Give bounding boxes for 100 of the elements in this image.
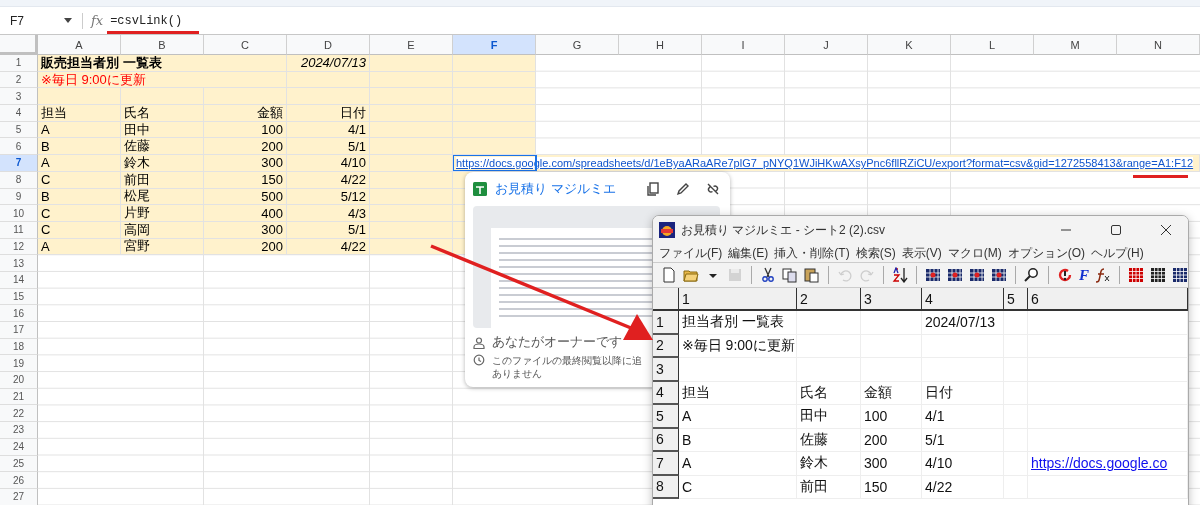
column-header[interactable]: 2 [797, 288, 861, 311]
column-header[interactable]: B [121, 35, 204, 55]
column-header[interactable]: E [370, 35, 453, 55]
menu-item[interactable]: マクロ(M) [947, 244, 1002, 262]
table-cell[interactable]: 5/1 [287, 138, 370, 156]
menu-item[interactable]: ヘルプ(H) [1091, 244, 1144, 262]
menu-item[interactable]: 挿入・削除(T) [774, 244, 850, 262]
row-header[interactable]: 13 [0, 255, 38, 272]
activity-text: ありません [492, 367, 543, 380]
column-header[interactable]: I [702, 35, 785, 55]
menu-item[interactable]: オプション(O) [1007, 244, 1085, 262]
table-cell[interactable]: A [38, 155, 121, 172]
row-header[interactable]: 20 [0, 372, 38, 389]
row-header[interactable]: 3 [653, 358, 679, 382]
table-cell[interactable]: 400 [204, 205, 287, 222]
table-cell[interactable]: 4/1 [922, 405, 1004, 429]
cell-text: 5/1 [347, 222, 366, 238]
row-header[interactable]: 22 [0, 405, 38, 423]
row-header[interactable]: 7 [0, 155, 38, 172]
table-cell[interactable]: 300 [204, 155, 287, 172]
table-cell[interactable]: 佐藤 [121, 138, 204, 156]
table-cell[interactable]: 担当 [38, 105, 121, 122]
table-cell[interactable]: 100 [861, 405, 922, 429]
table-cell[interactable]: 150 [861, 475, 922, 499]
row-header[interactable]: 17 [0, 322, 38, 339]
table-cell[interactable]: 佐藤 [797, 428, 861, 452]
table-cell[interactable]: 鈴木 [797, 452, 861, 476]
cell-text: 300 [261, 155, 283, 171]
formula-input[interactable]: =csvLink() [110, 13, 183, 28]
name-box[interactable]: F7 [0, 13, 64, 28]
cell-text: 片野 [124, 204, 150, 223]
table-cell[interactable]: 200 [204, 138, 287, 156]
table-cell[interactable]: 2024/07/13 [287, 55, 370, 72]
row-header[interactable]: 2 [653, 334, 679, 358]
column-header[interactable]: A [38, 35, 121, 55]
table-cell[interactable]: 田中 [797, 405, 861, 429]
table-cell[interactable]: 日付 [287, 105, 370, 122]
column-header[interactable]: L [951, 35, 1034, 55]
table-cell[interactable]: 氏名 [121, 105, 204, 122]
column-header[interactable]: C [204, 35, 287, 55]
row-header[interactable]: 5 [653, 405, 679, 429]
table-cell[interactable]: 片野 [121, 205, 204, 222]
column-header[interactable]: K [868, 35, 951, 55]
column-header[interactable]: 4 [922, 288, 1004, 311]
table-cell[interactable]: 販売担当者別 一覧表 [38, 55, 287, 72]
row-header[interactable]: 1 [0, 55, 38, 72]
column-header[interactable]: N [1117, 35, 1200, 55]
column-header[interactable]: J [785, 35, 868, 55]
table-cell[interactable]: 4/10 [922, 452, 1004, 476]
column-header[interactable]: 5 [1004, 288, 1028, 311]
table-cell[interactable]: ※毎日 9:00に更新 [679, 334, 797, 358]
column-header[interactable]: 3 [861, 288, 922, 311]
table-cell[interactable]: 4/3 [287, 205, 370, 222]
table-cell[interactable]: A [679, 405, 797, 429]
table-cell[interactable]: 300 [861, 452, 922, 476]
table-cell[interactable]: 4/10 [287, 155, 370, 172]
column-header[interactable]: M [1034, 35, 1117, 55]
menu-item[interactable]: 表示(V) [901, 244, 942, 262]
column-header[interactable]: H [619, 35, 702, 55]
table-cell[interactable]: 氏名 [797, 381, 861, 405]
row-header[interactable]: 7 [653, 452, 679, 476]
column-header[interactable]: D [287, 35, 370, 55]
column-header[interactable]: 6 [1028, 288, 1188, 311]
row-header[interactable]: 6 [653, 428, 679, 452]
row-header[interactable]: 6 [0, 138, 38, 156]
file-link[interactable]: お見積り マジルミエ [495, 180, 630, 198]
table-cell[interactable]: 金額 [204, 105, 287, 122]
row-header[interactable]: 4 [0, 105, 38, 122]
table-cell[interactable]: C [679, 475, 797, 499]
table-cell[interactable]: 鈴木 [121, 155, 204, 172]
table-cell[interactable]: 2024/07/13 [922, 311, 1004, 335]
table-cell[interactable]: 5/1 [922, 428, 1004, 452]
row-header[interactable]: 16 [0, 305, 38, 322]
table-cell[interactable]: C [38, 205, 121, 222]
table-cell[interactable]: 日付 [922, 381, 1004, 405]
row-header[interactable]: 3 [0, 88, 38, 106]
column-header[interactable]: G [536, 35, 619, 55]
table-cell[interactable]: 担当 [679, 381, 797, 405]
menu-item[interactable]: ファイル(F) [659, 244, 723, 262]
row-header[interactable]: 10 [0, 205, 38, 222]
link[interactable]: https://docs.google.co [1031, 455, 1168, 472]
row-header[interactable]: 4 [653, 381, 679, 405]
table-cell[interactable]: 前田 [797, 475, 861, 499]
menu-item[interactable]: 検索(S) [855, 244, 896, 262]
column-header[interactable]: F [453, 35, 536, 55]
font-button[interactable]: F [1079, 267, 1089, 283]
table-cell[interactable]: 4/22 [922, 475, 1004, 499]
column-header[interactable]: 1 [679, 288, 797, 311]
row-header[interactable]: 23 [0, 422, 38, 439]
row-header[interactable]: 19 [0, 355, 38, 373]
table-cell[interactable]: A [679, 452, 797, 476]
table-cell[interactable]: B [679, 428, 797, 452]
table-cell[interactable]: 担当者別 一覧表 [679, 311, 797, 335]
row-header[interactable]: 8 [653, 475, 679, 499]
row-header[interactable]: 1 [653, 311, 679, 335]
table-cell[interactable]: 金額 [861, 381, 922, 405]
table-cell[interactable]: B [38, 138, 121, 156]
menu-item[interactable]: 編集(E) [728, 244, 769, 262]
table-cell[interactable]: 200 [861, 428, 922, 452]
row-header[interactable]: 26 [0, 472, 38, 489]
